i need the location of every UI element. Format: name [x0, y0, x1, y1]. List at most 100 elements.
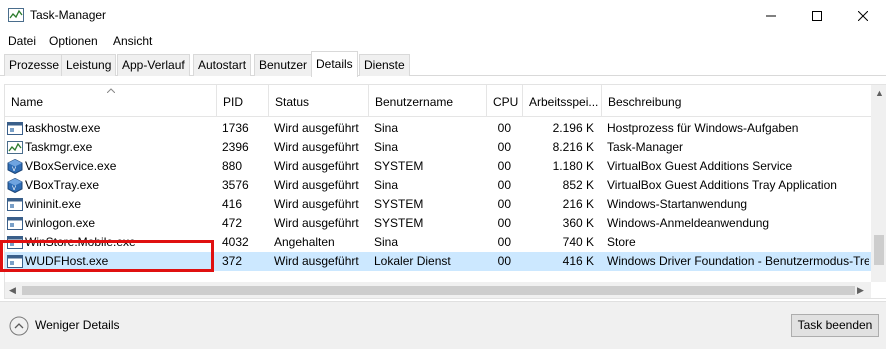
cell-pid: 472	[222, 216, 243, 230]
cell-memory: 1.180 K	[552, 159, 594, 173]
cell-status: Wird ausgeführt	[274, 159, 359, 173]
cell-description: Store	[607, 235, 636, 249]
cell-user: SYSTEM	[374, 159, 424, 173]
table-row[interactable]: V VBoxTray.exe 3576 Wird ausgeführt Sina 00 85…	[5, 176, 871, 195]
cell-description: VirtualBox Guest Additions Service	[607, 159, 793, 173]
tab-autostart[interactable]: Autostart	[193, 54, 252, 76]
column-header-name[interactable]: Name	[5, 85, 216, 117]
cell-user: Sina	[374, 235, 399, 249]
chevron-up-circle-icon[interactable]	[9, 316, 29, 336]
cell-name: VBoxTray.exe	[25, 178, 100, 192]
cell-user: Sina	[374, 121, 399, 135]
cell-name: wininit.exe	[25, 197, 82, 211]
cell-cpu: 00	[497, 235, 511, 249]
cell-status: Wird ausgeführt	[274, 197, 359, 211]
cell-cpu: 00	[497, 121, 511, 135]
cell-pid: 416	[222, 197, 243, 211]
cell-status: Wird ausgeführt	[274, 216, 359, 230]
horizontal-scroll-thumb[interactable]	[22, 286, 855, 295]
maximize-button[interactable]	[794, 0, 840, 31]
tab-strip: Prozesse Leistung App-Verlauf Autostart …	[0, 51, 886, 77]
close-button[interactable]	[840, 0, 886, 31]
cell-cpu: 00	[497, 159, 511, 173]
tab-dienste[interactable]: Dienste	[359, 54, 410, 76]
tab-details[interactable]: Details	[311, 51, 358, 77]
cell-pid: 372	[222, 254, 243, 268]
cell-description: VirtualBox Guest Additions Tray Applicat…	[607, 178, 837, 192]
end-task-button[interactable]: Task beenden	[791, 314, 879, 337]
table-row[interactable]: V VBoxService.exe 880 Wird ausgeführt SYSTEM…	[5, 157, 871, 176]
task-manager-icon	[7, 141, 23, 154]
cell-user: SYSTEM	[374, 216, 424, 230]
vertical-scroll-thumb[interactable]	[874, 235, 884, 265]
column-header-memory[interactable]: Arbeitsspei...	[522, 85, 601, 117]
cell-pid: 1736	[222, 121, 249, 135]
cell-cpu: 00	[497, 254, 511, 268]
cell-description: Windows-Startanwendung	[607, 197, 748, 211]
table-row[interactable]: Taskmgr.exe 2396 Wird ausgeführt Sina 00 8.21…	[5, 138, 871, 157]
cell-user: Sina	[374, 140, 399, 154]
fewer-details-link[interactable]: Weniger Details	[35, 318, 119, 332]
table-header: Name PID Status Benutzername CPU Arbeits…	[5, 85, 871, 117]
cell-memory: 216 K	[562, 197, 594, 211]
cell-pid: 880	[222, 159, 243, 173]
tab-leistung[interactable]: Leistung	[61, 54, 117, 76]
cell-memory: 740 K	[562, 235, 594, 249]
cell-cpu: 00	[497, 178, 511, 192]
cell-name: taskhostw.exe	[25, 121, 101, 135]
cell-memory: 2.196 K	[552, 121, 594, 135]
cell-description: Task-Manager	[607, 140, 684, 154]
table-row[interactable]: wininit.exe 416 Wird ausgeführt SYSTEM 00 216…	[5, 195, 871, 214]
cell-cpu: 00	[497, 197, 511, 211]
tab-prozesse[interactable]: Prozesse	[4, 54, 65, 76]
scroll-left-icon[interactable]: ◀	[9, 285, 16, 296]
cell-cpu: 00	[497, 216, 511, 230]
column-header-cpu[interactable]: CPU	[486, 85, 522, 117]
window-title: Task-Manager	[30, 8, 107, 22]
cell-user: Sina	[374, 178, 399, 192]
cell-name: winlogon.exe	[25, 216, 96, 230]
cell-description: Windows-Anmeldeanwendung	[607, 216, 770, 230]
virtualbox-icon: V	[7, 159, 23, 174]
horizontal-scrollbar[interactable]: ◀ ▶	[5, 282, 871, 298]
tab-benutzer[interactable]: Benutzer	[254, 54, 313, 76]
cell-pid: 3576	[222, 178, 249, 192]
scroll-right-icon[interactable]: ▶	[857, 285, 864, 296]
tab-app-verlauf[interactable]: App-Verlauf	[117, 54, 190, 76]
cell-memory: 852 K	[562, 178, 594, 192]
cell-status: Wird ausgeführt	[274, 121, 359, 135]
column-header-user[interactable]: Benutzername	[368, 85, 486, 117]
scroll-up-icon[interactable]: ▲	[875, 88, 884, 98]
cell-description: Windows Driver Foundation - Benutzermodu…	[607, 254, 869, 268]
window-process-icon	[7, 122, 23, 135]
cell-memory: 360 K	[562, 216, 594, 230]
maximize-icon	[812, 10, 822, 21]
cell-pid: 2396	[222, 140, 249, 154]
cell-user: Lokaler Dienst	[374, 254, 451, 268]
window-process-icon	[7, 217, 23, 230]
menu-ansicht[interactable]: Ansicht	[113, 34, 152, 48]
column-header-description[interactable]: Beschreibung	[601, 85, 871, 117]
highlight-annotation	[0, 240, 214, 272]
minimize-icon	[766, 15, 776, 16]
cell-status: Angehalten	[274, 235, 335, 249]
cell-description: Hostprozess für Windows-Aufgaben	[607, 121, 799, 135]
window-process-icon	[7, 198, 23, 211]
menu-datei[interactable]: Datei	[8, 34, 36, 48]
column-header-status[interactable]: Status	[268, 85, 368, 117]
table-row[interactable]: taskhostw.exe 1736 Wird ausgeführt Sina 00 2.…	[5, 119, 871, 138]
close-icon	[858, 10, 868, 21]
minimize-button[interactable]	[748, 0, 794, 31]
virtualbox-icon: V	[7, 178, 23, 193]
title-bar: Task-Manager	[0, 0, 886, 31]
table-row[interactable]: winlogon.exe 472 Wird ausgeführt SYSTEM 00 36…	[5, 214, 871, 233]
cell-user: SYSTEM	[374, 197, 424, 211]
cell-name: Taskmgr.exe	[25, 140, 93, 154]
column-header-pid[interactable]: PID	[216, 85, 268, 117]
menu-optionen[interactable]: Optionen	[49, 34, 98, 48]
cell-status: Wird ausgeführt	[274, 140, 359, 154]
task-manager-icon	[8, 8, 24, 22]
menu-bar: Datei Optionen Ansicht	[0, 31, 886, 51]
vertical-scrollbar[interactable]: ▲	[871, 85, 886, 282]
cell-memory: 416 K	[562, 254, 594, 268]
